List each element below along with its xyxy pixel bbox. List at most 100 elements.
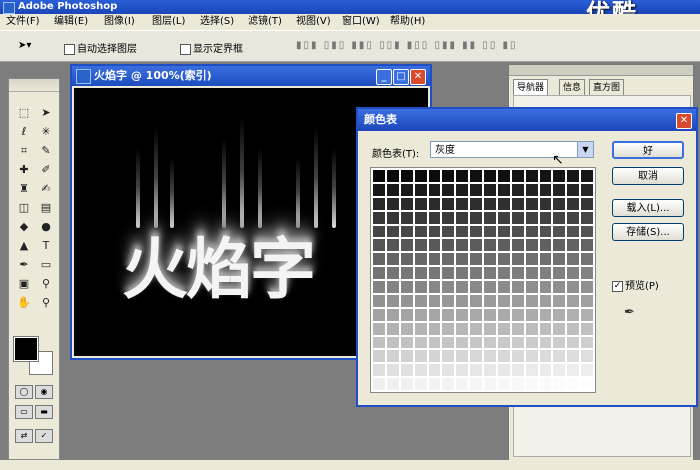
color-cell[interactable]	[373, 322, 385, 335]
color-cell[interactable]	[386, 378, 399, 390]
color-cell[interactable]	[442, 211, 455, 224]
menu-window[interactable]: 窗口(W)	[342, 14, 380, 30]
color-cell[interactable]	[400, 239, 413, 252]
stamp-tool-icon[interactable]: ♜	[14, 180, 34, 197]
color-cell[interactable]	[470, 170, 482, 182]
color-cell[interactable]	[428, 322, 441, 335]
color-cell[interactable]	[414, 364, 427, 377]
color-cell[interactable]	[525, 267, 538, 279]
move-tool-icon[interactable]: ➤▾	[18, 40, 31, 51]
color-cell[interactable]	[414, 197, 427, 210]
color-cell[interactable]	[525, 281, 538, 293]
color-cell[interactable]	[497, 350, 510, 363]
color-cell[interactable]	[484, 197, 496, 210]
color-cell[interactable]	[484, 322, 496, 335]
color-cell[interactable]	[400, 253, 413, 266]
color-cell[interactable]	[456, 211, 469, 224]
color-cell[interactable]	[581, 281, 593, 293]
color-cell[interactable]	[484, 336, 496, 349]
color-cell[interactable]	[497, 294, 510, 307]
color-cell[interactable]	[581, 322, 593, 335]
color-cell[interactable]	[567, 267, 580, 279]
preview-checkbox[interactable]: ✓ 预览(P)	[612, 277, 659, 292]
color-cell[interactable]	[414, 294, 427, 307]
menu-filter[interactable]: 滤镜(T)	[248, 14, 282, 30]
color-cell[interactable]	[553, 281, 566, 293]
color-cell[interactable]	[539, 281, 552, 293]
color-cell[interactable]	[456, 267, 469, 279]
marquee-tool-icon[interactable]: ⬚	[14, 104, 34, 121]
color-cell[interactable]	[456, 197, 469, 210]
color-cell[interactable]	[428, 239, 441, 252]
color-cell[interactable]	[428, 364, 441, 377]
color-cell[interactable]	[511, 211, 524, 224]
color-cell[interactable]	[428, 267, 441, 279]
color-cell[interactable]	[470, 281, 482, 293]
color-cell[interactable]	[414, 267, 427, 279]
color-cell[interactable]	[470, 197, 482, 210]
color-cell[interactable]	[497, 239, 510, 252]
color-cell[interactable]	[525, 364, 538, 377]
color-cell[interactable]	[414, 183, 427, 196]
color-cell[interactable]	[386, 253, 399, 266]
color-cell[interactable]	[539, 378, 552, 390]
color-cell[interactable]	[484, 281, 496, 293]
color-cell[interactable]	[567, 281, 580, 293]
color-cell[interactable]	[456, 322, 469, 335]
hand-tool-icon[interactable]: ✋	[14, 294, 34, 311]
color-cell[interactable]	[525, 239, 538, 252]
panel-header[interactable]	[509, 65, 693, 76]
color-cell[interactable]	[484, 239, 496, 252]
shape-tool-icon[interactable]: ▭	[36, 256, 56, 273]
dialog-close-button[interactable]: ✕	[676, 113, 692, 129]
screen-mode-2-icon[interactable]: ▬	[35, 405, 53, 419]
auto-select-checkbox-box[interactable]	[64, 43, 75, 55]
history-brush-icon[interactable]: ✍	[36, 180, 56, 197]
color-cell[interactable]	[428, 378, 441, 390]
color-cell[interactable]	[414, 322, 427, 335]
color-cell[interactable]	[428, 183, 441, 196]
color-cell[interactable]	[442, 253, 455, 266]
gradient-tool-icon[interactable]: ▤	[36, 199, 56, 216]
bounding-box-checkbox-box[interactable]	[180, 43, 191, 55]
color-cell[interactable]	[470, 225, 482, 238]
foreground-color-swatch[interactable]	[13, 336, 39, 362]
color-cell[interactable]	[525, 308, 538, 321]
color-cell[interactable]	[400, 197, 413, 210]
menu-layer[interactable]: 图层(L)	[152, 14, 185, 30]
color-cell[interactable]	[511, 253, 524, 266]
color-cell[interactable]	[442, 364, 455, 377]
color-cell[interactable]	[581, 364, 593, 377]
color-cell[interactable]	[414, 239, 427, 252]
color-cell[interactable]	[414, 378, 427, 390]
path-select-icon[interactable]: ▲	[14, 237, 34, 254]
color-cell[interactable]	[442, 267, 455, 279]
color-cell[interactable]	[414, 308, 427, 321]
color-cell[interactable]	[581, 183, 593, 196]
color-swatch-grid[interactable]	[370, 167, 596, 393]
color-cell[interactable]	[484, 253, 496, 266]
color-cell[interactable]	[484, 308, 496, 321]
color-cell[interactable]	[386, 239, 399, 252]
color-cell[interactable]	[484, 170, 496, 182]
color-cell[interactable]	[539, 197, 552, 210]
color-cell[interactable]	[373, 281, 385, 293]
color-cell[interactable]	[373, 294, 385, 307]
color-cell[interactable]	[511, 197, 524, 210]
color-table-select[interactable]: 灰度 ▼	[430, 141, 594, 158]
color-cell[interactable]	[400, 364, 413, 377]
crop-tool-icon[interactable]: ⌗	[14, 142, 34, 159]
color-cell[interactable]	[442, 336, 455, 349]
color-cell[interactable]	[581, 308, 593, 321]
color-cell[interactable]	[373, 239, 385, 252]
color-cell[interactable]	[567, 378, 580, 390]
color-cell[interactable]	[511, 308, 524, 321]
chevron-down-icon[interactable]: ▼	[577, 142, 593, 157]
menu-help[interactable]: 帮助(H)	[390, 14, 425, 30]
dodge-tool-icon[interactable]: ●	[36, 218, 56, 235]
color-cell[interactable]	[386, 170, 399, 182]
color-cell[interactable]	[497, 253, 510, 266]
color-cell[interactable]	[414, 281, 427, 293]
color-cell[interactable]	[386, 225, 399, 238]
color-cell[interactable]	[511, 322, 524, 335]
